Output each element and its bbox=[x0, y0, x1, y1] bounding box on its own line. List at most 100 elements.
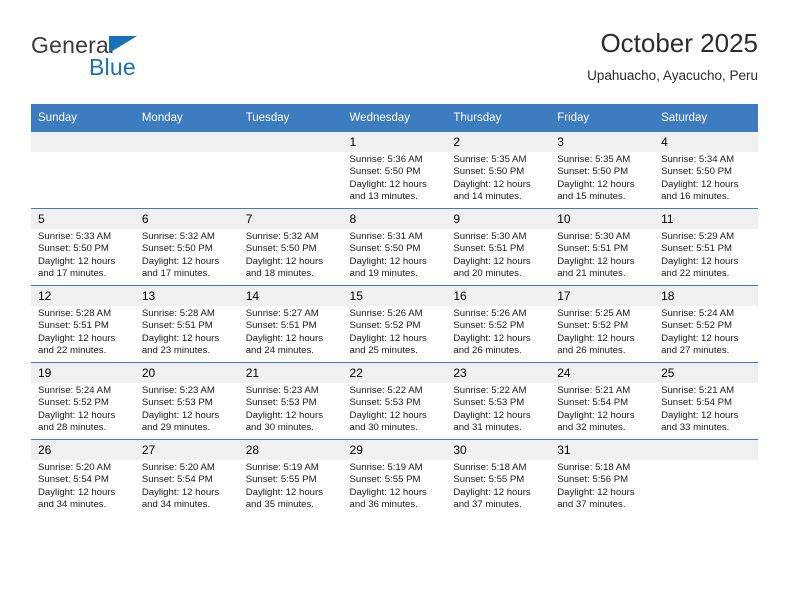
daylight-text-line2: and 37 minutes. bbox=[453, 498, 522, 510]
sunrise-text: Sunrise: 5:20 AM bbox=[38, 462, 112, 473]
sunset-text: Sunset: 5:50 PM bbox=[141, 243, 213, 255]
sunrise-text: Sunrise: 5:21 AM bbox=[557, 385, 631, 396]
sunrise-text: Sunrise: 5:35 AM bbox=[453, 154, 527, 165]
sunrise-text: Sunrise: 5:24 AM bbox=[661, 308, 735, 319]
calendar-day-cell[interactable]: 27 Sunrise: 5:20 AM Sunset: 5:54 PM Dayligh… bbox=[134, 439, 239, 516]
daylight-text-line2: and 22 minutes. bbox=[661, 267, 730, 279]
sunset-text: Sunset: 5:50 PM bbox=[453, 166, 525, 178]
day-number: 13 bbox=[134, 286, 239, 306]
day-details: Sunrise: 5:23 AM Sunset: 5:53 PM Daylight:… bbox=[239, 383, 343, 434]
day-number: 18 bbox=[654, 286, 758, 306]
sunrise-text: Sunrise: 5:25 AM bbox=[557, 308, 631, 319]
day-number: 31 bbox=[550, 440, 655, 460]
calendar-day-cell[interactable]: 30 Sunrise: 5:18 AM Sunset: 5:55 PM Dayligh… bbox=[446, 439, 551, 516]
daylight-text-line1: Daylight: 12 hours bbox=[557, 332, 635, 344]
calendar-day-cell[interactable]: 12 Sunrise: 5:28 AM Sunset: 5:51 PM Dayligh… bbox=[31, 285, 135, 363]
day-number: 29 bbox=[342, 440, 447, 460]
day-number: 1 bbox=[342, 132, 447, 152]
calendar-day-cell[interactable]: 20 Sunrise: 5:23 AM Sunset: 5:53 PM Dayligh… bbox=[134, 362, 239, 440]
calendar-day-cell[interactable]: 13 Sunrise: 5:28 AM Sunset: 5:51 PM Dayligh… bbox=[134, 285, 239, 363]
daylight-text-line1: Daylight: 12 hours bbox=[349, 255, 427, 267]
daylight-text-line1: Daylight: 12 hours bbox=[349, 409, 427, 421]
page-subtitle: Upahuacho, Ayacucho, Peru bbox=[587, 68, 758, 83]
daylight-text-line2: and 15 minutes. bbox=[557, 190, 626, 202]
sunrise-text: Sunrise: 5:29 AM bbox=[661, 231, 735, 242]
calendar-day-cell[interactable]: 15 Sunrise: 5:26 AM Sunset: 5:52 PM Dayligh… bbox=[342, 285, 447, 363]
sunrise-text: Sunrise: 5:26 AM bbox=[349, 308, 423, 319]
sunrise-text: Sunrise: 5:23 AM bbox=[141, 385, 215, 396]
sunset-text: Sunset: 5:51 PM bbox=[661, 243, 732, 255]
sunset-text: Sunset: 5:50 PM bbox=[557, 166, 629, 178]
calendar-day-cell[interactable]: 11 Sunrise: 5:29 AM Sunset: 5:51 PM Dayligh… bbox=[654, 208, 758, 286]
daylight-text-line2: and 26 minutes. bbox=[557, 344, 626, 356]
sunrise-text: Sunrise: 5:19 AM bbox=[349, 462, 423, 473]
weekday-header-monday: Monday bbox=[134, 104, 239, 132]
daylight-text-line2: and 28 minutes. bbox=[38, 421, 107, 433]
calendar-day-cell[interactable]: 24 Sunrise: 5:21 AM Sunset: 5:54 PM Dayligh… bbox=[550, 362, 655, 440]
day-details: Sunrise: 5:32 AM Sunset: 5:50 PM Daylight:… bbox=[135, 229, 239, 280]
calendar-day-cell[interactable]: 31 Sunrise: 5:18 AM Sunset: 5:56 PM Dayligh… bbox=[550, 439, 655, 516]
weekday-header-saturday: Saturday bbox=[654, 104, 758, 132]
daylight-text-line2: and 33 minutes. bbox=[661, 421, 730, 433]
calendar-day-cell[interactable]: 19 Sunrise: 5:24 AM Sunset: 5:52 PM Dayligh… bbox=[31, 362, 135, 440]
sunset-text: Sunset: 5:53 PM bbox=[245, 397, 317, 409]
day-number: 12 bbox=[31, 286, 135, 306]
day-number: 30 bbox=[446, 440, 551, 460]
weekday-header-friday: Friday bbox=[550, 104, 655, 132]
sunrise-text: Sunrise: 5:27 AM bbox=[245, 308, 319, 319]
day-number: 9 bbox=[446, 209, 551, 229]
calendar-day-cell[interactable]: 14 Sunrise: 5:27 AM Sunset: 5:51 PM Dayligh… bbox=[238, 285, 343, 363]
calendar-day-cell[interactable]: 18 Sunrise: 5:24 AM Sunset: 5:52 PM Dayligh… bbox=[654, 285, 758, 363]
sunset-text: Sunset: 5:52 PM bbox=[349, 320, 421, 332]
calendar-day-cell[interactable]: 3 Sunrise: 5:35 AM Sunset: 5:50 PM Daylight… bbox=[550, 132, 655, 209]
daylight-text-line1: Daylight: 12 hours bbox=[661, 409, 739, 421]
daylight-text-line2: and 31 minutes. bbox=[453, 421, 522, 433]
calendar-day-cell[interactable]: 10 Sunrise: 5:30 AM Sunset: 5:51 PM Dayligh… bbox=[550, 208, 655, 286]
calendar-day-cell[interactable]: 21 Sunrise: 5:23 AM Sunset: 5:53 PM Dayligh… bbox=[238, 362, 343, 440]
general-blue-logo[interactable]: General Blue bbox=[31, 32, 291, 92]
calendar-day-cell[interactable]: 5 Sunrise: 5:33 AM Sunset: 5:50 PM Daylight… bbox=[31, 208, 135, 286]
calendar-header-row: Sunday Monday Tuesday Wednesday Thursday… bbox=[31, 104, 758, 132]
calendar-day-cell[interactable]: 26 Sunrise: 5:20 AM Sunset: 5:54 PM Dayligh… bbox=[31, 439, 135, 516]
calendar-day-cell[interactable]: 29 Sunrise: 5:19 AM Sunset: 5:55 PM Dayligh… bbox=[342, 439, 447, 516]
calendar-day-cell[interactable]: 28 Sunrise: 5:19 AM Sunset: 5:55 PM Dayligh… bbox=[238, 439, 343, 516]
sunset-text: Sunset: 5:52 PM bbox=[453, 320, 525, 332]
daylight-text-line2: and 29 minutes. bbox=[141, 421, 211, 433]
title-block: October 2025 Upahuacho, Ayacucho, Peru bbox=[587, 28, 758, 85]
calendar-day-cell[interactable]: 2 Sunrise: 5:35 AM Sunset: 5:50 PM Daylight… bbox=[446, 132, 551, 209]
day-details: Sunrise: 5:22 AM Sunset: 5:53 PM Daylight:… bbox=[343, 383, 447, 434]
day-details: Sunrise: 5:35 AM Sunset: 5:50 PM Daylight:… bbox=[550, 152, 654, 203]
calendar-day-cell[interactable]: 4 Sunrise: 5:34 AM Sunset: 5:50 PM Daylight… bbox=[654, 132, 758, 209]
sunset-text: Sunset: 5:51 PM bbox=[141, 320, 213, 332]
calendar-day-cell[interactable]: 23 Sunrise: 5:22 AM Sunset: 5:53 PM Dayligh… bbox=[446, 362, 551, 440]
calendar-day-cell-empty bbox=[238, 132, 343, 209]
sunset-text: Sunset: 5:51 PM bbox=[245, 320, 317, 332]
sunrise-text: Sunrise: 5:33 AM bbox=[38, 231, 112, 242]
daylight-text-line2: and 20 minutes. bbox=[453, 267, 522, 279]
day-details: Sunrise: 5:18 AM Sunset: 5:56 PM Daylight:… bbox=[550, 460, 654, 511]
daylight-text-line2: and 36 minutes. bbox=[349, 498, 418, 510]
calendar-day-cell[interactable]: 25 Sunrise: 5:21 AM Sunset: 5:54 PM Dayligh… bbox=[654, 362, 758, 440]
day-details: Sunrise: 5:29 AM Sunset: 5:51 PM Daylight:… bbox=[654, 229, 758, 280]
sunset-text: Sunset: 5:50 PM bbox=[245, 243, 317, 255]
calendar-day-cell[interactable]: 16 Sunrise: 5:26 AM Sunset: 5:52 PM Dayligh… bbox=[446, 285, 551, 363]
calendar-day-cell[interactable]: 1 Sunrise: 5:36 AM Sunset: 5:50 PM Daylight… bbox=[342, 132, 447, 209]
sunset-text: Sunset: 5:55 PM bbox=[453, 474, 525, 486]
sunrise-text: Sunrise: 5:18 AM bbox=[557, 462, 631, 473]
day-details: Sunrise: 5:21 AM Sunset: 5:54 PM Daylight:… bbox=[654, 383, 758, 434]
calendar-day-cell[interactable]: 17 Sunrise: 5:25 AM Sunset: 5:52 PM Dayligh… bbox=[550, 285, 655, 363]
calendar-day-cell[interactable]: 9 Sunrise: 5:30 AM Sunset: 5:51 PM Daylight… bbox=[446, 208, 551, 286]
daylight-text-line2: and 27 minutes. bbox=[661, 344, 730, 356]
daylight-text-line2: and 34 minutes. bbox=[141, 498, 211, 510]
calendar-day-cell[interactable]: 22 Sunrise: 5:22 AM Sunset: 5:53 PM Dayligh… bbox=[342, 362, 447, 440]
day-number bbox=[238, 132, 343, 152]
daylight-text-line1: Daylight: 12 hours bbox=[245, 255, 324, 267]
sunrise-text: Sunrise: 5:20 AM bbox=[141, 462, 215, 473]
calendar-day-cell[interactable]: 8 Sunrise: 5:31 AM Sunset: 5:50 PM Daylight… bbox=[342, 208, 447, 286]
weekday-header-thursday: Thursday bbox=[446, 104, 551, 132]
sunrise-text: Sunrise: 5:31 AM bbox=[349, 231, 423, 242]
calendar-day-cell[interactable]: 7 Sunrise: 5:32 AM Sunset: 5:50 PM Daylight… bbox=[238, 208, 343, 286]
daylight-text-line1: Daylight: 12 hours bbox=[141, 486, 220, 498]
day-details: Sunrise: 5:31 AM Sunset: 5:50 PM Daylight:… bbox=[343, 229, 447, 280]
calendar-day-cell[interactable]: 6 Sunrise: 5:32 AM Sunset: 5:50 PM Daylight… bbox=[134, 208, 239, 286]
